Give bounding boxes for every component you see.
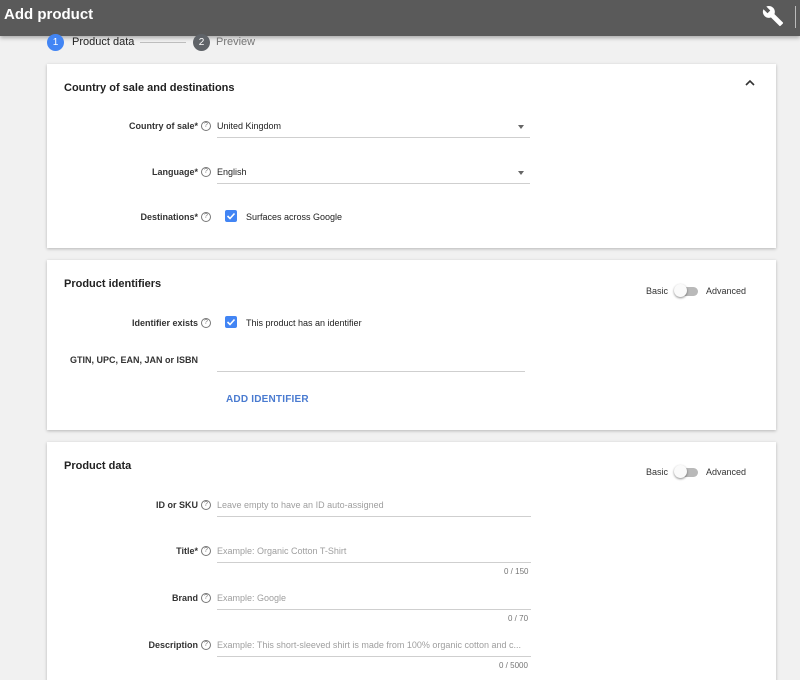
identifiers-card: Product identifiers Basic Advanced Ident… xyxy=(47,260,776,430)
toggle-basic-label: Basic xyxy=(646,467,669,477)
help-icon[interactable]: ? xyxy=(201,212,211,222)
toggle-thumb[interactable] xyxy=(674,284,687,297)
toggle-advanced-label: Advanced xyxy=(706,467,747,477)
product-data-card: Product data Basic Advanced ID or SKU ? … xyxy=(47,442,776,680)
appbar-divider xyxy=(795,6,796,28)
id-sku-input[interactable]: Leave empty to have an ID auto-assigned xyxy=(217,500,384,510)
destinations-checkbox[interactable] xyxy=(225,210,237,222)
identifier-exists-checkbox-label: This product has an identifier xyxy=(246,318,362,328)
country-select-underline xyxy=(217,137,530,138)
brand-label: Brand xyxy=(171,593,198,603)
wrench-icon[interactable] xyxy=(762,5,784,27)
chevron-down-icon[interactable] xyxy=(518,125,524,129)
identifier-exists-label: Identifier exists xyxy=(131,318,198,328)
title-char-counter: 0 / 150 xyxy=(504,567,529,576)
step-1-label[interactable]: Product data xyxy=(72,36,134,48)
check-icon xyxy=(226,318,236,326)
country-of-sale-label: Country of sale* xyxy=(128,121,198,131)
identifiers-card-title: Product identifiers xyxy=(64,278,162,290)
step-2-number[interactable]: 2 xyxy=(193,34,210,51)
brand-input[interactable]: Example: Google xyxy=(217,593,286,603)
product-data-mode-toggle[interactable]: Basic Advanced xyxy=(646,465,756,479)
language-select[interactable]: English xyxy=(217,167,247,177)
step-1-number[interactable]: 1 xyxy=(47,34,64,51)
language-select-underline xyxy=(217,183,530,184)
description-char-counter: 0 / 5000 xyxy=(499,661,528,670)
help-icon[interactable]: ? xyxy=(201,640,211,650)
help-icon[interactable]: ? xyxy=(201,546,211,556)
step-2-label[interactable]: Preview xyxy=(216,36,255,48)
stepper: 1 Product data 2 Preview xyxy=(0,33,800,53)
title-label: Title* xyxy=(176,546,198,556)
product-data-card-title: Product data xyxy=(64,460,132,472)
toggle-thumb[interactable] xyxy=(674,465,687,478)
brand-underline xyxy=(217,609,531,610)
gtin-input[interactable] xyxy=(217,371,525,372)
country-card: Country of sale and destinations Country… xyxy=(47,64,776,248)
page-title: Add product xyxy=(4,6,94,23)
check-icon xyxy=(226,212,236,220)
description-label: Description xyxy=(148,640,198,650)
brand-char-counter: 0 / 70 xyxy=(508,614,529,623)
country-select[interactable]: United Kingdom xyxy=(217,121,281,131)
description-input[interactable]: Example: This short-sleeved shirt is mad… xyxy=(217,640,521,650)
help-icon[interactable]: ? xyxy=(201,167,211,177)
toggle-basic-label: Basic xyxy=(646,286,669,296)
gtin-label: GTIN, UPC, EAN, JAN or ISBN xyxy=(69,355,198,365)
description-underline xyxy=(217,656,531,657)
help-icon[interactable]: ? xyxy=(201,121,211,131)
help-icon[interactable]: ? xyxy=(201,500,211,510)
language-label: Language* xyxy=(151,167,198,177)
step-connector xyxy=(140,42,186,43)
identifiers-mode-toggle[interactable]: Basic Advanced xyxy=(646,284,756,298)
add-identifier-button[interactable]: ADD IDENTIFIER xyxy=(226,394,309,405)
identifier-exists-checkbox[interactable] xyxy=(225,316,237,328)
help-icon[interactable]: ? xyxy=(201,318,211,328)
destinations-checkbox-label: Surfaces across Google xyxy=(246,212,343,222)
toggle-advanced-label: Advanced xyxy=(706,286,747,296)
title-input[interactable]: Example: Organic Cotton T-Shirt xyxy=(217,546,346,556)
destinations-label: Destinations* xyxy=(140,212,198,222)
country-card-title: Country of sale and destinations xyxy=(64,82,235,94)
chevron-down-icon[interactable] xyxy=(518,171,524,175)
title-underline xyxy=(217,562,531,563)
id-sku-underline xyxy=(217,516,531,517)
chevron-up-icon[interactable] xyxy=(745,78,755,88)
app-bar: Add product xyxy=(0,0,800,36)
help-icon[interactable]: ? xyxy=(201,593,211,603)
id-sku-label: ID or SKU xyxy=(155,500,198,510)
